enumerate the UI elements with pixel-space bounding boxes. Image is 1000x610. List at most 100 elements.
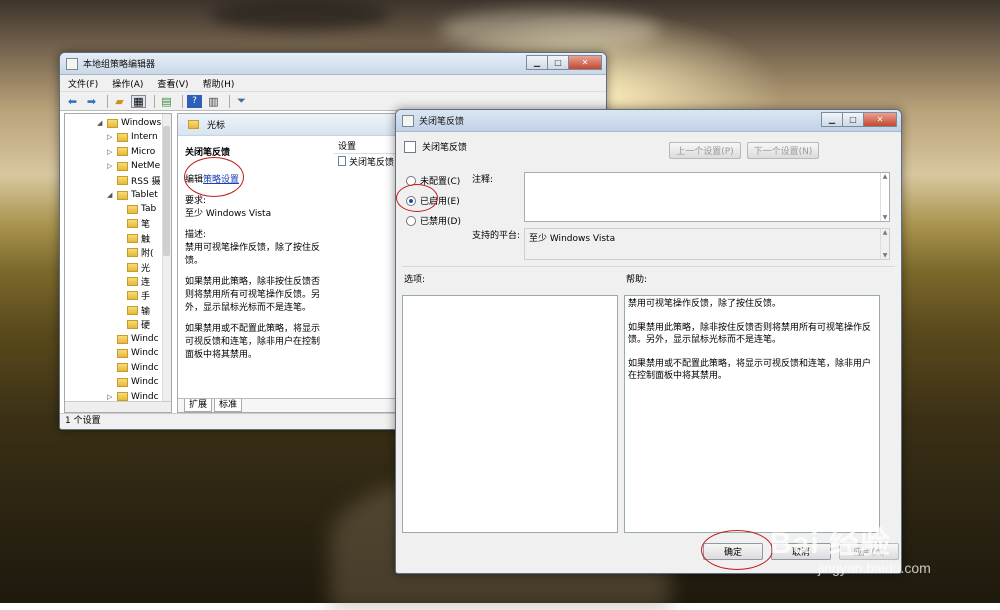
folder-icon (117, 176, 128, 186)
tree-item-label: 硬 (141, 321, 151, 332)
folder-icon (117, 377, 128, 387)
tree-item[interactable]: ▷ Intern (107, 130, 158, 144)
folder-icon (127, 291, 138, 301)
folder-icon (188, 120, 199, 129)
policy-tree[interactable]: ◢ Windows ▷ Intern ▷ Micro ▷ NetMe RSS 摄 ◢ Tablet T… (64, 113, 172, 413)
options-panel (402, 295, 618, 533)
back-arrow-icon[interactable]: ⬅ (65, 95, 80, 108)
tree-item[interactable]: 笔 (117, 217, 150, 231)
tree-item[interactable]: Windc (107, 375, 159, 389)
cloud-shape (440, 10, 660, 50)
window-title: 本地组策略编辑器 (83, 60, 156, 70)
folder-icon (107, 118, 118, 128)
watermark-brand: Bai 经验 (770, 527, 892, 560)
dialog-header-title: 关闭笔反馈 (422, 143, 468, 153)
comment-scrollbar[interactable]: ▲ ▼ (880, 173, 889, 221)
tree-item[interactable]: 输 (117, 303, 150, 317)
divider (402, 266, 895, 267)
folder-icon (127, 248, 138, 258)
close-button[interactable]: ✕ (568, 55, 602, 70)
policy-settings-dialog[interactable]: 关闭笔反馈 ▁ □ ✕ 关闭笔反馈 上一个设置(P) 下一个设置(N) 未配置(… (395, 109, 902, 574)
help-text-2: 如果禁用此策略，除非按住反馈否则将禁用所有可视笔操作反馈。另外，显示鼠标光标而不… (628, 323, 872, 345)
tree-horizontal-scrollbar[interactable] (65, 401, 171, 412)
folder-icon (117, 132, 128, 142)
menu-action[interactable]: 操作(A) (112, 77, 143, 90)
expanded-arrow-icon[interactable]: ◢ (97, 119, 107, 127)
tab-extended[interactable]: 扩展 (184, 399, 213, 412)
tree-item[interactable]: ◢ Tablet (107, 188, 158, 202)
tree-item-label: 输 (141, 306, 151, 317)
up-folder-icon[interactable]: ▰ (112, 95, 127, 108)
tree-item[interactable]: Tab (117, 202, 156, 216)
folder-icon (117, 392, 128, 402)
tree-item[interactable]: ◢ Windows (97, 116, 161, 130)
expanded-arrow-icon[interactable]: ◢ (107, 191, 117, 199)
help-text-1: 禁用可视笔操作反馈，除了按住反馈。 (628, 299, 782, 309)
tree-item-label: Tab (141, 204, 157, 215)
help-icon[interactable]: ? (187, 94, 202, 108)
policy-icon (402, 114, 414, 127)
tree-item-label: Windc (131, 334, 159, 344)
collapsed-arrow-icon[interactable]: ▷ (107, 393, 117, 401)
supported-platform-value: 至少 Windows Vista (529, 234, 616, 244)
annotation-ring-ok (701, 530, 773, 570)
comment-field[interactable]: ▲ ▼ (524, 172, 890, 222)
platform-scrollbar[interactable]: ▲ ▼ (880, 229, 889, 259)
radio-label: 已禁用(D) (420, 217, 461, 227)
folder-icon (117, 190, 128, 200)
options-label: 选项: (404, 275, 426, 285)
help-label: 帮助: (626, 275, 648, 285)
radio-button[interactable] (406, 215, 416, 226)
help-panel: 禁用可视笔操作反馈，除了按住反馈。 如果禁用此策略，除非按住反馈否则将禁用所有可… (624, 295, 880, 533)
collapsed-arrow-icon[interactable]: ▷ (107, 162, 117, 170)
menu-view[interactable]: 查看(V) (157, 77, 188, 90)
filter-icon[interactable]: ⏷ (234, 94, 249, 108)
tree-item[interactable]: ▷ Micro (107, 145, 155, 159)
scroll-thumb[interactable] (163, 126, 170, 256)
folder-icon (117, 161, 128, 171)
tree-item[interactable]: Windc (107, 332, 159, 346)
tab-standard[interactable]: 标准 (214, 399, 243, 412)
tree-item[interactable]: 硬 (117, 318, 150, 332)
dialog-title-bar[interactable]: 关闭笔反馈 ▁ □ ✕ (396, 110, 901, 132)
radio-disabled[interactable]: 已禁用(D) (406, 214, 461, 227)
collapsed-arrow-icon[interactable]: ▷ (107, 148, 117, 156)
menu-help[interactable]: 帮助(H) (203, 77, 235, 90)
folder-icon (127, 262, 138, 272)
requirements-value: 至少 Windows Vista (185, 209, 272, 219)
description-text-3: 如果禁用或不配置此策略，将显示可视反馈和连笔，除非用户在控制面板中将其禁用。 (185, 324, 321, 360)
folder-icon (117, 334, 128, 344)
minimize-button[interactable]: ▁ (526, 55, 548, 70)
comment-label: 注释: (472, 175, 494, 185)
tree-item[interactable]: 手 (117, 289, 150, 303)
tree-item-label: Windc (131, 348, 159, 359)
maximize-button[interactable]: □ (547, 55, 569, 70)
tree-item[interactable]: Windc (107, 346, 159, 360)
tree-item[interactable]: 连 (117, 274, 150, 288)
maximize-button[interactable]: □ (842, 112, 864, 127)
minimize-button[interactable]: ▁ (821, 112, 843, 127)
previous-setting-button[interactable]: 上一个设置(P) (669, 142, 741, 159)
export-icon[interactable]: ▤ (159, 95, 174, 108)
next-setting-button[interactable]: 下一个设置(N) (747, 142, 819, 159)
watermark-url: jingyan.baidu.com (818, 560, 931, 576)
settings-row-label: 关闭笔反馈 (349, 157, 395, 168)
tree-vertical-scrollbar[interactable] (162, 114, 171, 402)
folder-icon (127, 204, 138, 214)
tree-item[interactable]: 光 (117, 260, 150, 274)
forward-arrow-icon[interactable]: ➡ (84, 95, 99, 108)
menu-file[interactable]: 文件(F) (68, 77, 98, 90)
tree-item[interactable]: Windc (107, 361, 159, 375)
tree-item[interactable]: RSS 摄 (107, 174, 161, 188)
tree-item[interactable]: ▷ NetMe (107, 159, 160, 173)
close-button[interactable]: ✕ (863, 112, 897, 127)
tree-item[interactable]: 附( (117, 246, 154, 260)
tree-item[interactable]: 触 (117, 231, 150, 245)
tree-item-label: 笔 (141, 220, 151, 231)
collapsed-arrow-icon[interactable]: ▷ (107, 133, 117, 141)
title-bar[interactable]: 本地组策略编辑器 ▁ □ ✕ (60, 53, 606, 75)
folder-icon (127, 233, 138, 243)
properties-icon[interactable]: ▥ (206, 95, 221, 108)
show-tree-icon[interactable]: ▦ (131, 94, 146, 108)
tree-item-label: 光 (141, 263, 151, 274)
